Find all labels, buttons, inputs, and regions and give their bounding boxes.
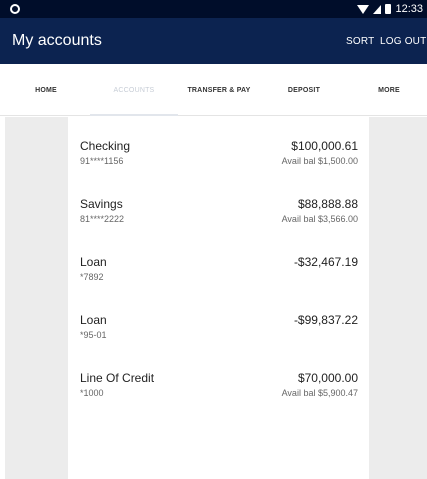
notification-icon bbox=[10, 4, 20, 14]
account-name: Savings bbox=[80, 197, 123, 211]
status-icons: 12:33 bbox=[357, 2, 423, 16]
account-balance: $100,000.61 bbox=[291, 139, 358, 153]
account-balance: $88,888.88 bbox=[297, 197, 358, 211]
tab-bar: HOME ACCOUNTS TRANSFER & PAY DEPOSIT MOR… bbox=[0, 64, 427, 116]
account-name: Line Of Credit bbox=[80, 371, 155, 385]
account-number: 91****1156 bbox=[80, 156, 124, 166]
status-bar: 12:33 bbox=[0, 0, 427, 18]
page-title: My accounts bbox=[12, 32, 102, 49]
account-number: *95-01 bbox=[80, 330, 107, 340]
tab-more[interactable]: MORE bbox=[360, 64, 418, 116]
account-name: Loan bbox=[80, 255, 107, 269]
account-list: Checking 91****1156 $100,000.61 Avail ba… bbox=[68, 117, 369, 479]
account-number: 81****2222 bbox=[80, 214, 125, 224]
account-row-line-of-credit[interactable]: Line Of Credit *1000 $70,000.00 Avail ba… bbox=[68, 357, 369, 403]
account-available-balance: Avail bal $5,900.47 bbox=[281, 388, 358, 398]
account-balance: -$99,837.22 bbox=[293, 313, 358, 327]
account-row-loan[interactable]: Loan *7892 -$32,467.19 bbox=[68, 241, 369, 287]
left-side-panel bbox=[5, 117, 68, 479]
app-bar: My accounts SORT LOG OUT bbox=[0, 18, 427, 64]
battery-icon bbox=[385, 4, 392, 14]
logout-button[interactable]: LOG OUT bbox=[380, 36, 426, 47]
tab-accounts[interactable]: ACCOUNTS bbox=[90, 64, 178, 116]
tab-deposit[interactable]: DEPOSIT bbox=[272, 64, 336, 116]
account-name: Loan bbox=[80, 313, 107, 327]
account-available-balance: Avail bal $3,566.00 bbox=[281, 214, 358, 224]
wifi-icon bbox=[357, 4, 370, 14]
account-number: *7892 bbox=[80, 272, 104, 282]
signal-icon bbox=[373, 4, 382, 14]
account-available-balance: Avail bal $1,500.00 bbox=[281, 156, 358, 166]
account-row-loan-2[interactable]: Loan *95-01 -$99,837.22 bbox=[68, 299, 369, 345]
account-number: *1000 bbox=[80, 388, 104, 398]
account-balance: $70,000.00 bbox=[297, 371, 358, 385]
tab-transfer-pay[interactable]: TRANSFER & PAY bbox=[180, 64, 258, 116]
tab-home[interactable]: HOME bbox=[20, 64, 72, 116]
account-row-checking[interactable]: Checking 91****1156 $100,000.61 Avail ba… bbox=[68, 125, 369, 171]
right-side-panel bbox=[369, 117, 427, 479]
account-row-savings[interactable]: Savings 81****2222 $88,888.88 Avail bal … bbox=[68, 183, 369, 229]
account-name: Checking bbox=[80, 139, 131, 153]
sort-button[interactable]: SORT bbox=[346, 36, 374, 47]
account-balance: -$32,467.19 bbox=[293, 255, 358, 269]
status-time: 12:33 bbox=[395, 3, 423, 15]
